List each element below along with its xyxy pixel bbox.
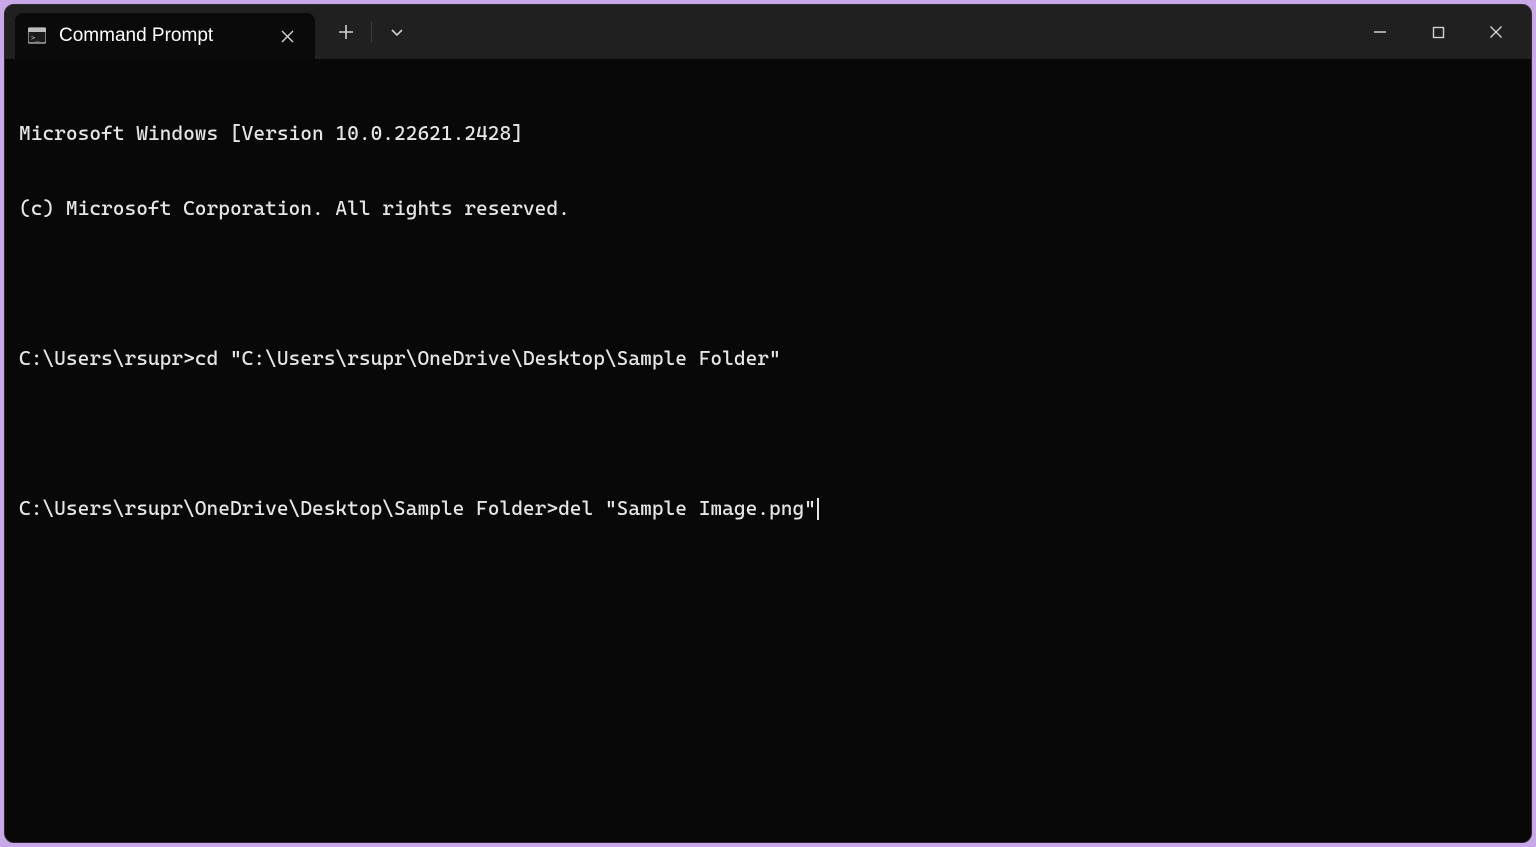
prompt-2: C:\Users\rsupr\OneDrive\Desktop\Sample F… — [19, 496, 558, 520]
tab-title: Command Prompt — [59, 25, 255, 47]
minimize-button[interactable] — [1351, 9, 1409, 55]
tab-actions — [315, 5, 420, 59]
terminal-window: >_ Command Prompt — [4, 4, 1532, 843]
cmd-icon: >_ — [27, 26, 47, 46]
separator — [371, 21, 372, 43]
tab-close-button[interactable] — [273, 22, 301, 50]
titlebar: >_ Command Prompt — [5, 5, 1531, 59]
close-window-button[interactable] — [1467, 9, 1525, 55]
terminal-content[interactable]: Microsoft Windows [Version 10.0.22621.24… — [5, 59, 1531, 842]
maximize-button[interactable] — [1409, 9, 1467, 55]
new-tab-button[interactable] — [323, 9, 369, 55]
window-controls — [1351, 5, 1531, 59]
command-1: cd "C:\Users\rsupr\OneDrive\Desktop\Samp… — [195, 346, 781, 370]
command-2: del "Sample Image.png" — [558, 496, 816, 520]
prompt-1: C:\Users\rsupr> — [19, 346, 195, 370]
tabs-area: >_ Command Prompt — [5, 5, 420, 59]
svg-text:>_: >_ — [31, 34, 40, 42]
text-cursor — [817, 498, 819, 520]
copyright-line: (c) Microsoft Corporation. All rights re… — [19, 196, 570, 220]
os-version-line: Microsoft Windows [Version 10.0.22621.24… — [19, 121, 523, 145]
tab-command-prompt[interactable]: >_ Command Prompt — [15, 13, 315, 59]
tab-dropdown-button[interactable] — [374, 9, 420, 55]
